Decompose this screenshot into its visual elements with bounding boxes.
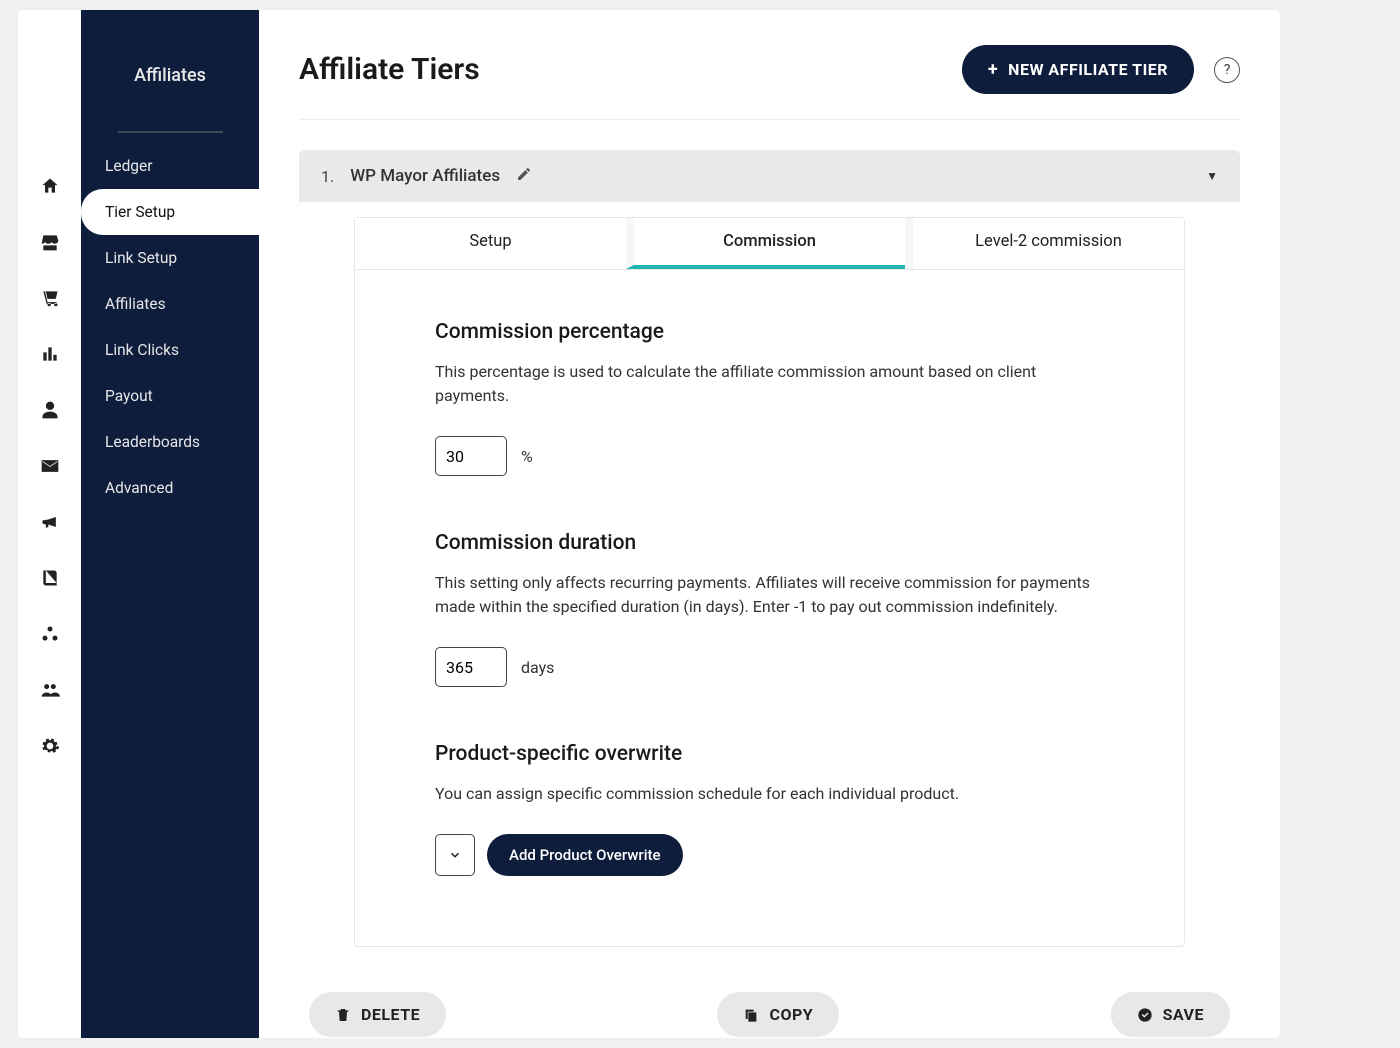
tab-setup[interactable]: Setup [355,218,626,269]
plus-icon: + [988,59,998,80]
nodes-icon[interactable] [39,623,61,645]
sidebar-item-ledger[interactable]: Ledger [81,143,259,189]
copy-label: COPY [769,1005,813,1024]
product-overwrite-dropdown[interactable] [435,834,475,876]
commission-panel: Commission percentage This percentage is… [354,270,1185,947]
sidebar: Affiliates Ledger Tier Setup Link Setup … [81,10,259,1038]
megaphone-icon[interactable] [39,511,61,533]
tabs: Setup Commission Level-2 commission [354,217,1185,270]
store-icon[interactable] [39,231,61,253]
user-icon[interactable] [39,399,61,421]
commission-duration-input[interactable] [435,647,507,687]
sidebar-item-payout[interactable]: Payout [81,373,259,419]
commission-duration-title: Commission duration [435,531,1104,555]
new-button-label: NEW AFFILIATE TIER [1008,60,1168,79]
commission-duration-desc: This setting only affects recurring paym… [435,571,1104,619]
commission-duration-section: Commission duration This setting only af… [435,531,1104,687]
page-title: Affiliate Tiers [299,52,480,87]
delete-label: DELETE [361,1005,420,1024]
tier-card: 1. WP Mayor Affiliates ▼ Setup Commissio… [299,150,1240,1037]
product-overwrite-section: Product-specific overwrite You can assig… [435,742,1104,876]
add-product-overwrite-button[interactable]: Add Product Overwrite [487,834,683,876]
commission-percentage-input[interactable] [435,436,507,476]
page-header: Affiliate Tiers + NEW AFFILIATE TIER ? [299,30,1240,120]
commission-duration-unit: days [521,658,554,677]
delete-button[interactable]: DELETE [309,992,446,1037]
save-label: SAVE [1163,1005,1204,1024]
save-button[interactable]: SAVE [1111,992,1230,1037]
trash-icon [335,1007,351,1023]
commission-percentage-unit: % [521,447,533,466]
tier-index: 1. [321,167,334,186]
home-icon[interactable] [39,175,61,197]
main-content: Affiliate Tiers + NEW AFFILIATE TIER ? 1… [259,10,1280,1038]
sidebar-item-link-setup[interactable]: Link Setup [81,235,259,281]
tab-level2-commission[interactable]: Level-2 commission [905,218,1184,269]
copy-icon [743,1007,759,1023]
product-overwrite-title: Product-specific overwrite [435,742,1104,766]
sidebar-item-link-clicks[interactable]: Link Clicks [81,327,259,373]
sidebar-title: Affiliates [81,65,259,86]
new-affiliate-tier-button[interactable]: + NEW AFFILIATE TIER [962,45,1194,94]
check-circle-icon [1137,1007,1153,1023]
cart-icon[interactable] [39,287,61,309]
sidebar-item-advanced[interactable]: Advanced [81,465,259,511]
commission-percentage-desc: This percentage is used to calculate the… [435,360,1104,408]
tier-name: WP Mayor Affiliates [350,166,500,186]
sidebar-divider [118,131,223,133]
sidebar-item-affiliates[interactable]: Affiliates [81,281,259,327]
product-overwrite-desc: You can assign specific commission sched… [435,782,1104,806]
copy-button[interactable]: COPY [717,992,839,1037]
mail-icon[interactable] [39,455,61,477]
edit-tier-name-icon[interactable] [516,166,532,186]
sidebar-item-leaderboards[interactable]: Leaderboards [81,419,259,465]
gear-icon[interactable] [39,735,61,757]
book-icon[interactable] [39,567,61,589]
group-icon[interactable] [39,679,61,701]
action-bar: DELETE COPY SAVE [309,992,1230,1037]
tab-commission[interactable]: Commission [626,218,905,269]
commission-percentage-title: Commission percentage [435,320,1104,344]
stats-icon[interactable] [39,343,61,365]
tier-card-header[interactable]: 1. WP Mayor Affiliates ▼ [299,150,1240,202]
commission-percentage-section: Commission percentage This percentage is… [435,320,1104,476]
sidebar-item-tier-setup[interactable]: Tier Setup [81,189,259,235]
help-button[interactable]: ? [1214,57,1240,83]
collapse-icon[interactable]: ▼ [1206,169,1218,183]
icon-rail [18,10,81,1038]
